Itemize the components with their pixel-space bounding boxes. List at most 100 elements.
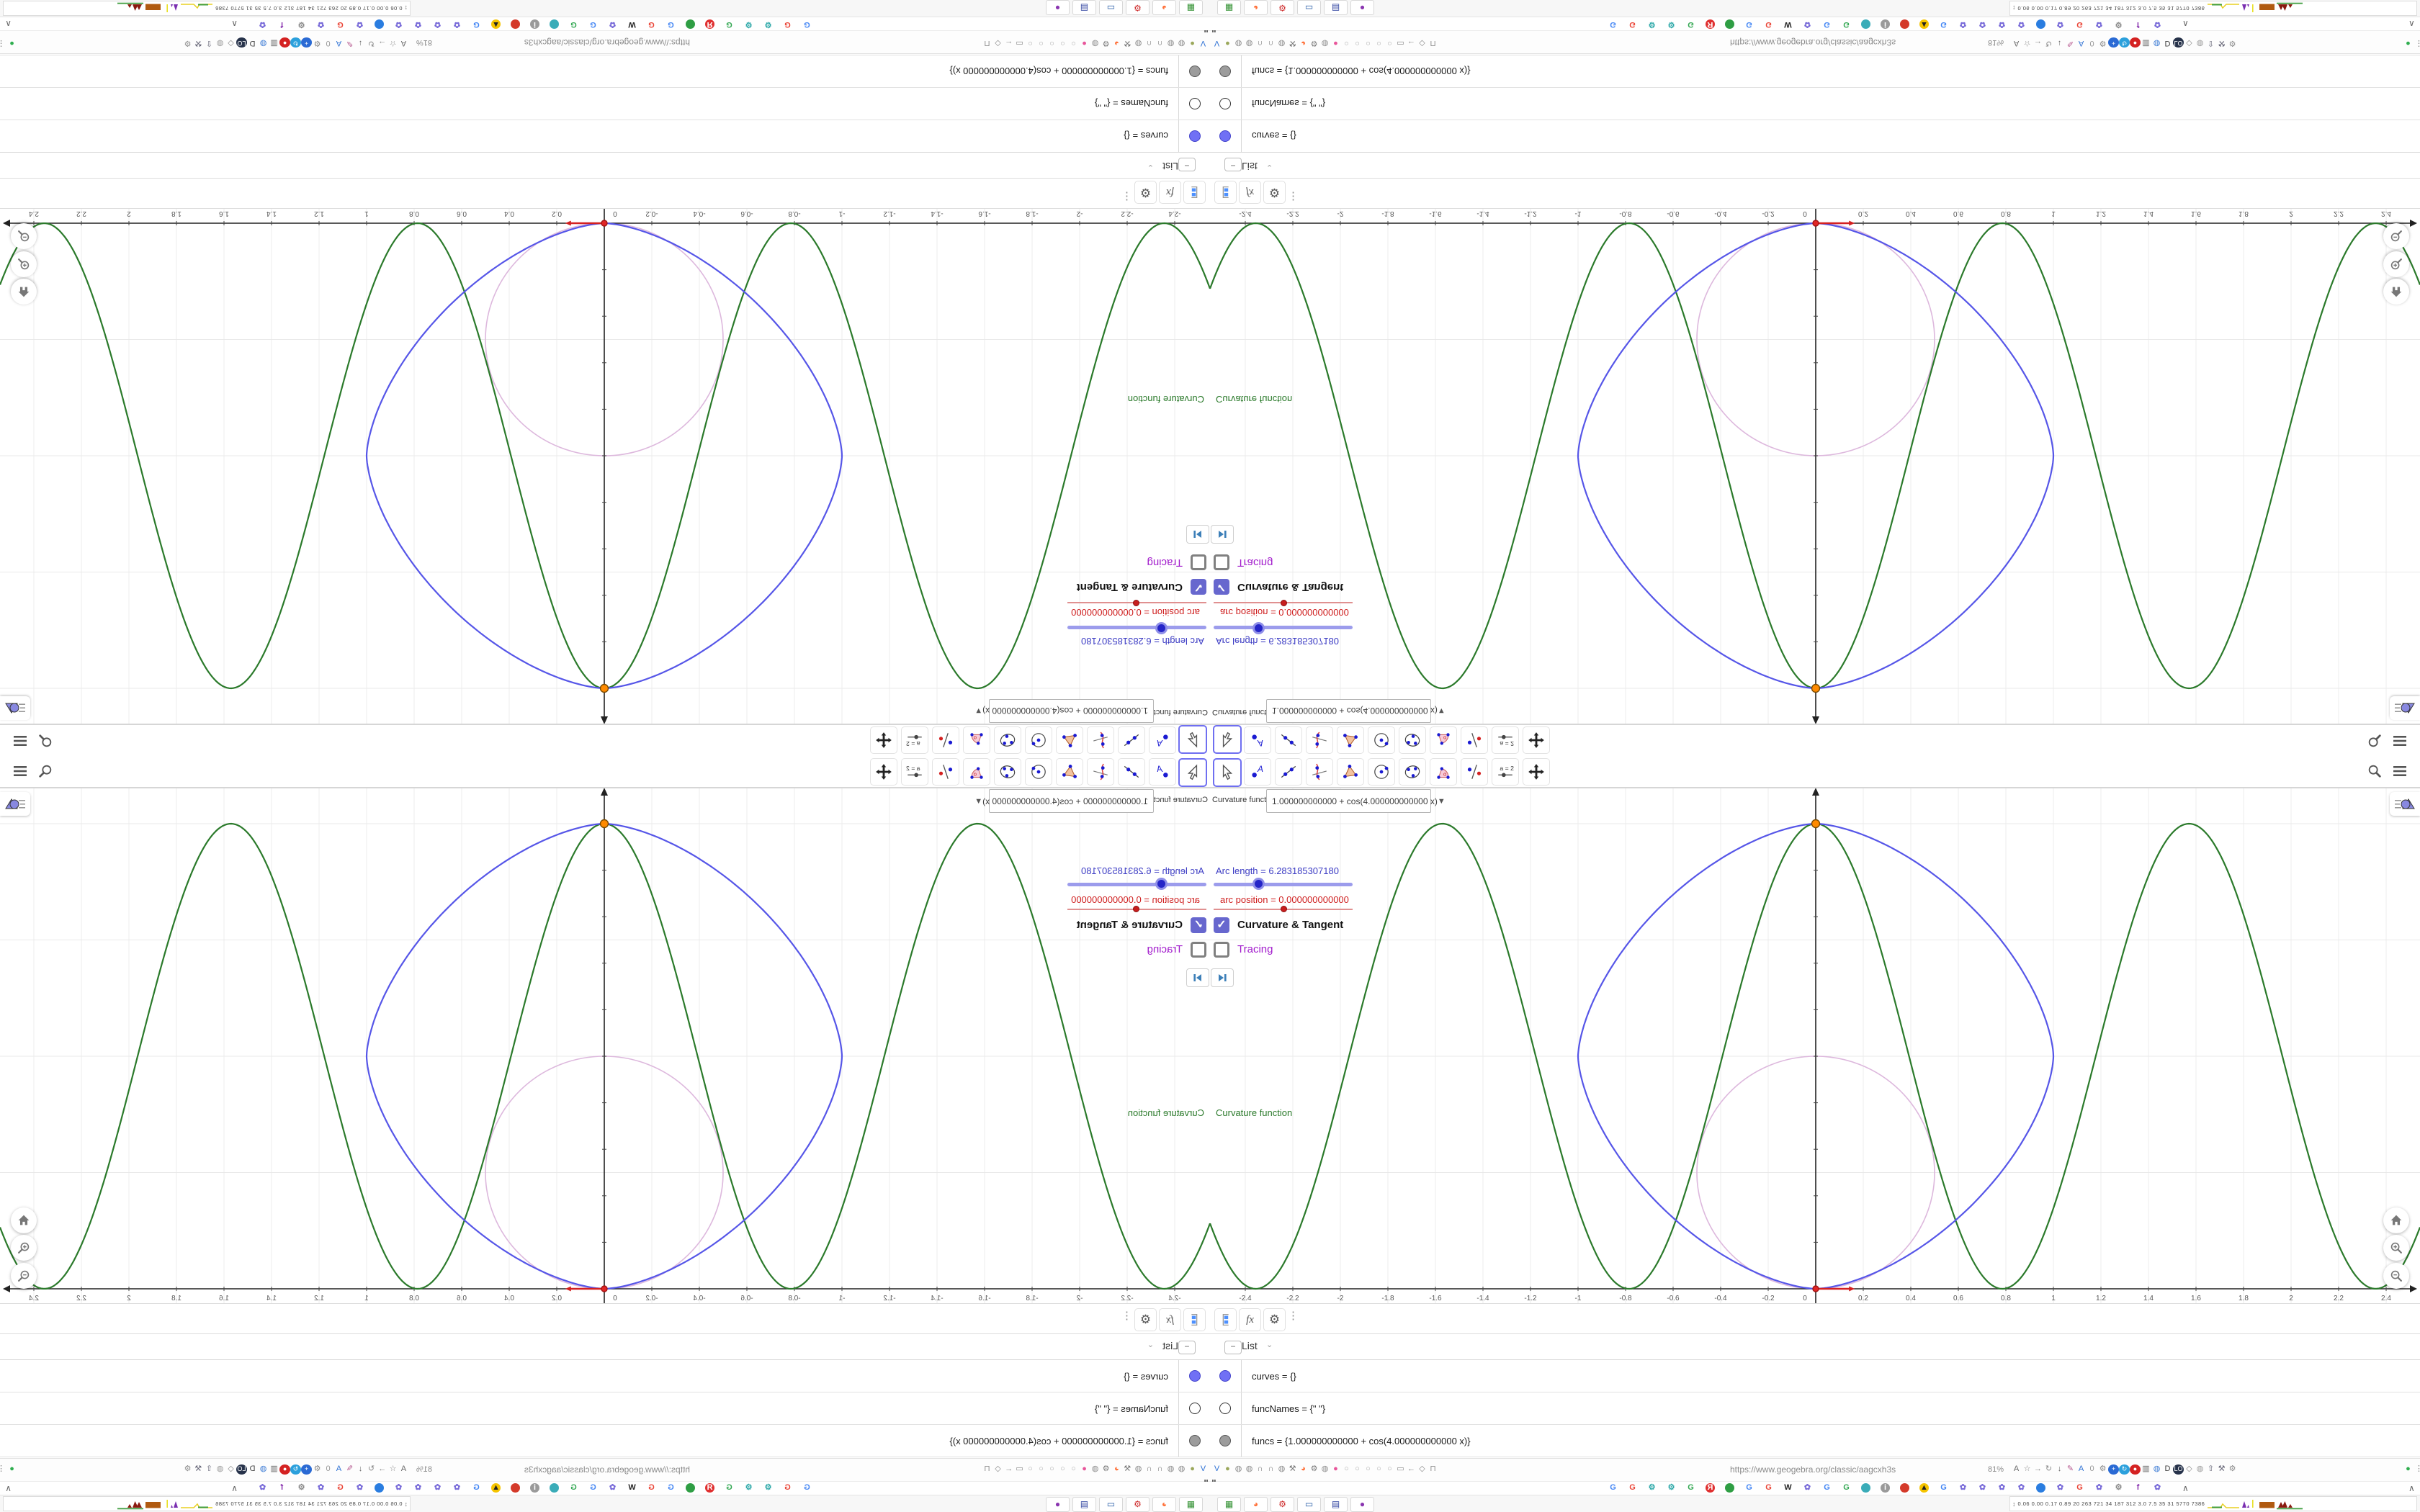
star-icon[interactable]: ☆ — [387, 1464, 398, 1475]
gear-icon[interactable]: ⚙ — [312, 37, 323, 48]
kebab-menu-icon[interactable]: ⋮ — [1288, 1309, 1299, 1322]
tool-slider-button[interactable] — [901, 758, 928, 786]
lo-icon[interactable]: LO — [236, 1464, 247, 1475]
algebra-row[interactable]: curves = {} — [1210, 1360, 2420, 1392]
kebab-menu-icon[interactable]: ⋮ — [1121, 1309, 1132, 1322]
tool-polygon-button[interactable] — [1337, 726, 1364, 754]
home-button[interactable] — [11, 279, 37, 305]
list-caret-icon[interactable]: ⌄ — [1147, 163, 1154, 172]
record-icon[interactable]: ● — [279, 1464, 290, 1475]
search-icon[interactable] — [2364, 761, 2385, 781]
zoom-in-button[interactable] — [2383, 1235, 2409, 1261]
f-site[interactable]: f — [2133, 19, 2143, 29]
tool-line-button[interactable] — [1118, 726, 1145, 754]
style-bar-toggle[interactable] — [2390, 696, 2420, 720]
tool-polygon-button[interactable] — [1056, 758, 1083, 786]
kebab-icon[interactable]: ⋮ — [2414, 37, 2420, 48]
dot-icon[interactable]: ○ — [1036, 37, 1047, 48]
tool-conic-button[interactable] — [994, 726, 1021, 754]
wrench-icon[interactable]: ⚒ — [2216, 37, 2227, 48]
flower[interactable]: ✿ — [433, 1483, 442, 1493]
translate-icon[interactable]: A — [398, 37, 409, 48]
curvature-tangent-checkbox[interactable]: ✓ — [1214, 579, 1229, 595]
wrench-icon[interactable]: ⚒ — [1122, 1464, 1133, 1475]
back-icon[interactable]: ← — [1003, 1464, 1014, 1475]
search-icon[interactable] — [2364, 731, 2385, 751]
ext-icon[interactable]: ◍ — [1090, 37, 1101, 48]
ext-icon[interactable]: ● — [1222, 37, 1233, 48]
zoom-in-button[interactable] — [2383, 251, 2409, 277]
google[interactable]: G — [2075, 1483, 2084, 1493]
google[interactable]: G — [472, 19, 481, 29]
function-dropdown[interactable]: 1.000000000000 + cos(4.000000000000 x) ▼ — [974, 699, 1154, 723]
tool-line-button[interactable] — [1118, 758, 1145, 786]
list-caret-icon[interactable]: ⌄ — [1147, 1340, 1154, 1349]
shield-icon[interactable]: ◇ — [225, 37, 236, 48]
tool-slider-button[interactable] — [1492, 726, 1519, 754]
google[interactable]: G — [1628, 1483, 1637, 1493]
dot-icon[interactable]: ○ — [1047, 1464, 1057, 1475]
camera[interactable]: ▲ — [1919, 1483, 1929, 1493]
chevron-up-icon[interactable]: ∧ — [2182, 1483, 2189, 1493]
kebab-icon[interactable]: ⋮ — [0, 1464, 6, 1475]
star-icon[interactable]: ☆ — [387, 37, 398, 48]
algebra-row[interactable]: curves = {} — [0, 120, 1210, 152]
google[interactable]: G — [1822, 19, 1832, 29]
flower[interactable]: ✿ — [2094, 1483, 2104, 1493]
download-icon[interactable]: ↓ — [2054, 37, 2065, 48]
status-dot-icon[interactable]: ● — [2403, 1464, 2414, 1475]
gear-icon[interactable]: ⚙ — [182, 1464, 193, 1475]
zoom-out-button[interactable] — [11, 223, 37, 249]
chevron-up-icon[interactable]: ∧ — [5, 1483, 12, 1493]
list-caret-icon[interactable]: ⌄ — [1266, 163, 1273, 172]
fx-view-button[interactable]: fx — [1159, 181, 1181, 204]
hamburger-menu-icon[interactable] — [9, 761, 31, 781]
oval-icon[interactable]: 0 — [323, 37, 333, 48]
pin-icon[interactable]: V — [1198, 37, 1209, 48]
flower[interactable]: ✿ — [1978, 1483, 1987, 1493]
tool-point-button[interactable] — [1244, 758, 1271, 786]
style-bar-toggle[interactable] — [2390, 792, 2420, 816]
visibility-toggle[interactable] — [1219, 1370, 1231, 1382]
visibility-toggle[interactable] — [1219, 1403, 1231, 1414]
google[interactable]: G — [802, 1483, 812, 1493]
kebab-icon[interactable]: ⋮ — [2414, 1464, 2420, 1475]
hook-icon[interactable]: ∩ — [1144, 1464, 1155, 1475]
tool-angle-button[interactable] — [963, 758, 990, 786]
zoom-out-button[interactable] — [2383, 1263, 2409, 1289]
home-button[interactable] — [2383, 1207, 2409, 1233]
ext-icon[interactable]: ◍ — [1244, 1464, 1255, 1475]
chevron-up-icon[interactable]: ∧ — [5, 19, 12, 29]
site[interactable] — [2036, 1483, 2045, 1493]
search-icon[interactable] — [35, 731, 56, 751]
flower[interactable]: ✿ — [1958, 1483, 1968, 1493]
ext-icon[interactable]: ◍ — [1165, 37, 1176, 48]
vm-app-icon[interactable]: ▦ — [1217, 0, 1241, 15]
tool-circle-button[interactable] — [1025, 726, 1052, 754]
algebra-row[interactable]: funcs = {1.000000000000 + cos(4.00000000… — [0, 55, 1210, 87]
folder-icon[interactable]: ▭ — [1014, 37, 1025, 48]
firefox-icon[interactable]: ◕ — [1111, 37, 1122, 48]
style-bar-toggle[interactable] — [0, 696, 30, 720]
visibility-toggle[interactable] — [1219, 130, 1231, 142]
translate-blue-icon[interactable]: A — [2076, 37, 2087, 48]
gear-icon[interactable]: ⚙ — [1101, 1464, 1111, 1475]
arrow-icon[interactable]: → — [377, 37, 387, 48]
tool-move-view-button[interactable] — [1523, 758, 1550, 786]
ext-icon[interactable]: ◍ — [1165, 1464, 1176, 1475]
yandex[interactable]: Я — [705, 1483, 714, 1493]
flower[interactable]: ✿ — [1997, 1483, 2007, 1493]
gear[interactable]: ⚙ — [2114, 19, 2123, 29]
google[interactable]: G — [1744, 1483, 1754, 1493]
globe-icon[interactable]: ◍ — [2151, 37, 2162, 48]
tool-move-view-button[interactable] — [870, 726, 897, 754]
google[interactable]: G — [1686, 1483, 1695, 1493]
back-icon[interactable]: ← — [1003, 37, 1014, 48]
flower[interactable]: ✿ — [316, 1483, 326, 1493]
sync-icon[interactable]: ↻ — [2119, 37, 2130, 48]
zoom-out-button[interactable] — [11, 1263, 37, 1289]
tool-circle-button[interactable] — [1025, 758, 1052, 786]
plus-icon[interactable]: + — [2108, 1464, 2119, 1475]
globe-icon[interactable]: ◍ — [215, 37, 225, 48]
hook-icon[interactable]: ∩ — [1144, 37, 1155, 48]
